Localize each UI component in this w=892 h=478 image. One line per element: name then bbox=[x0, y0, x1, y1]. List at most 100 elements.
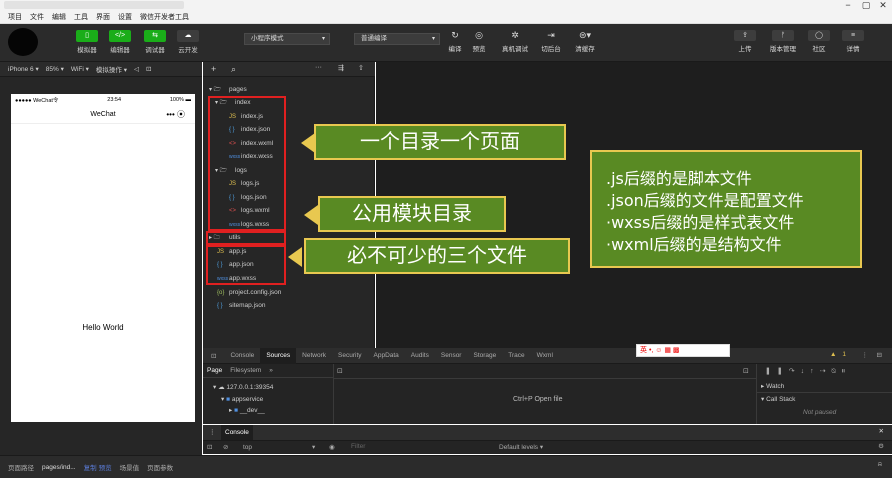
eye-icon: ◎ bbox=[475, 30, 483, 40]
sources-subtabs: Page Filesystem » bbox=[203, 364, 333, 378]
tree-folder-pages[interactable]: ▾ 🗁 pages bbox=[209, 84, 247, 96]
ops-select[interactable]: 模拟操作 ▾ bbox=[96, 64, 127, 74]
phone-icon: ▯ bbox=[76, 30, 98, 42]
community-button[interactable]: ◯ 社区 bbox=[806, 30, 832, 58]
copy-link[interactable]: 复制 bbox=[84, 462, 97, 472]
page-params-button[interactable]: 页面参数 bbox=[147, 462, 173, 472]
eye-icon[interactable]: ◉ bbox=[329, 443, 335, 451]
debugger-button[interactable]: ⇆ 调试器 bbox=[142, 30, 168, 58]
clear-cache-button[interactable]: ⊜▾ 清缓存 bbox=[572, 30, 598, 58]
branch-icon: ᚠ bbox=[772, 30, 794, 41]
tab-audits[interactable]: Audits bbox=[405, 352, 435, 359]
tab-sources[interactable]: Sources bbox=[260, 347, 297, 364]
gear-icon[interactable]: ⚙ bbox=[878, 442, 884, 450]
subtab-filesystem[interactable]: Filesystem bbox=[230, 367, 261, 374]
capsule-menu[interactable]: ••• ⦿ bbox=[149, 109, 185, 121]
simulator-button[interactable]: ▯ 模拟器 bbox=[74, 30, 100, 58]
tab-console[interactable]: Console bbox=[224, 352, 260, 359]
network-select[interactable]: WiFi ▾ bbox=[71, 65, 89, 73]
details-button[interactable]: ≡ 详情 bbox=[840, 30, 866, 58]
upload-icon: ⇪ bbox=[734, 30, 756, 41]
menu-tools[interactable]: 工具 bbox=[74, 12, 88, 22]
menu-file[interactable]: 文件 bbox=[30, 12, 44, 22]
folder-open-icon: ▾ 🗁 bbox=[209, 87, 222, 93]
note-line: ·wxml后缀的是结构文件 bbox=[606, 235, 782, 254]
panel-divider bbox=[757, 392, 892, 393]
battery-icon: 100% ▬ bbox=[169, 97, 191, 103]
menu-devtools[interactable]: 微信开发者工具 bbox=[140, 12, 189, 22]
ime-toolbar[interactable]: 英 •, ☺ ▦ ▩ bbox=[636, 344, 730, 357]
compile-button[interactable]: ↻ 编译 bbox=[442, 30, 468, 58]
menu-edit[interactable]: 编辑 bbox=[52, 12, 66, 22]
phone-screen[interactable]: ●●●●● WeChat令 23:54 100% ▬ WeChat ••• ⦿ … bbox=[11, 94, 195, 422]
dock-icon[interactable]: ⊟ bbox=[871, 351, 888, 359]
close-button[interactable]: ✕ bbox=[873, 0, 892, 11]
toggle-debugger-icon[interactable]: ⊡ bbox=[743, 367, 749, 375]
preview-button[interactable]: ◎ 预览 bbox=[466, 30, 492, 58]
device-select[interactable]: iPhone 6 ▾ bbox=[8, 65, 39, 73]
tab-security[interactable]: Security bbox=[332, 352, 367, 359]
add-icon[interactable]: + bbox=[211, 64, 216, 74]
more-icon[interactable]: ··· bbox=[315, 64, 322, 71]
rotate-icon[interactable]: ⊡ bbox=[146, 65, 151, 73]
scene-button[interactable]: 场景值 bbox=[120, 462, 140, 472]
background-button[interactable]: ⇥ 切后台 bbox=[538, 30, 564, 58]
callstack-section[interactable]: ▾ Call Stack bbox=[761, 395, 795, 403]
note-line: ·wxss后缀的是样式表文件 bbox=[606, 213, 795, 232]
compile-select[interactable]: 普通编译 ▾ bbox=[354, 33, 440, 45]
highlight-utils bbox=[206, 231, 286, 245]
tree-file[interactable]: { } sitemap.json bbox=[217, 300, 266, 312]
chevron-down-icon: ▾ bbox=[431, 36, 435, 42]
remote-debug-button[interactable]: ✲ 真机调试 bbox=[498, 30, 532, 58]
source-tree-appservice[interactable]: ▾ ■ appservice bbox=[221, 395, 263, 403]
minimize-button[interactable]: − bbox=[838, 0, 858, 11]
app-title-blurred bbox=[4, 1, 184, 9]
menu-view[interactable]: 界面 bbox=[96, 12, 110, 22]
more-vert-icon[interactable]: ⋮ bbox=[209, 428, 216, 436]
search-icon[interactable]: ⌕ bbox=[231, 64, 236, 75]
context-select[interactable]: top ▾ bbox=[243, 443, 315, 451]
console-filter-input[interactable]: Filter bbox=[351, 443, 365, 450]
avatar[interactable] bbox=[8, 28, 38, 56]
volume-icon[interactable]: ◁ bbox=[134, 65, 139, 73]
phone-status-bar: ●●●●● WeChat令 23:54 100% ▬ bbox=[15, 97, 191, 104]
callout-arrow bbox=[301, 133, 315, 153]
tab-network[interactable]: Network bbox=[296, 352, 332, 359]
tab-trace[interactable]: Trace bbox=[502, 352, 530, 359]
log-levels-select[interactable]: Default levels ▾ bbox=[499, 443, 543, 451]
editor-button[interactable]: </> 编辑器 bbox=[107, 30, 133, 58]
clear-icon: ⊜▾ bbox=[578, 30, 592, 40]
tab-storage[interactable]: Storage bbox=[467, 352, 502, 359]
tab-appdata[interactable]: AppData bbox=[368, 352, 405, 359]
source-tree-host[interactable]: ▾ ☁ 127.0.0.1:39354 bbox=[213, 383, 273, 391]
preview-link[interactable]: 预览 bbox=[99, 462, 112, 472]
explorer-toolbar: + ⌕ ··· ⇶ ⇧ bbox=[203, 62, 375, 77]
sidebar-toggle-icon[interactable]: ⊡ bbox=[207, 443, 212, 451]
subtab-page[interactable]: Page bbox=[207, 367, 222, 374]
close-icon[interactable]: ✕ bbox=[879, 427, 884, 435]
cloud-button[interactable]: ☁ 云开发 bbox=[175, 30, 201, 58]
clear-console-icon[interactable]: ⊘ bbox=[223, 443, 228, 451]
zoom-select[interactable]: 85% ▾ bbox=[46, 65, 64, 73]
toggle-navigator-icon[interactable]: ⊡ bbox=[337, 367, 343, 375]
console-drawer-tab[interactable]: Console bbox=[221, 425, 253, 440]
notification-icon[interactable]: ⍾ bbox=[878, 461, 882, 469]
debugger-controls[interactable]: ❚❚↷↓↑⇢⍉⏸ bbox=[765, 367, 851, 376]
version-button[interactable]: ᚠ 版本管理 bbox=[768, 30, 798, 58]
upload-button[interactable]: ⇪ 上传 bbox=[732, 30, 758, 58]
split-icon[interactable]: ⇶ bbox=[338, 64, 344, 72]
watch-section[interactable]: ▸ Watch bbox=[761, 382, 784, 390]
console-filter-bar: ⊡ ⊘ top ▾ ◉ Filter Default levels ▾ ⚙ bbox=[203, 440, 892, 454]
warning-badge[interactable]: ▲ 1 bbox=[824, 351, 858, 358]
mode-select[interactable]: 小程序模式 ▾ bbox=[244, 33, 330, 45]
subtab-more[interactable]: » bbox=[269, 367, 273, 374]
tree-file[interactable]: {o} project.config.json bbox=[217, 287, 281, 299]
collapse-icon[interactable]: ⇧ bbox=[358, 64, 364, 72]
menu-settings[interactable]: 设置 bbox=[118, 12, 132, 22]
highlight-app-files bbox=[206, 245, 286, 285]
inspect-icon[interactable]: ⊡ bbox=[203, 352, 224, 360]
menu-project[interactable]: 项目 bbox=[8, 12, 22, 22]
source-tree-dev[interactable]: ▸ ■ __dev__ bbox=[229, 406, 265, 414]
tab-wxml[interactable]: Wxml bbox=[531, 352, 559, 359]
tab-sensor[interactable]: Sensor bbox=[435, 352, 468, 359]
